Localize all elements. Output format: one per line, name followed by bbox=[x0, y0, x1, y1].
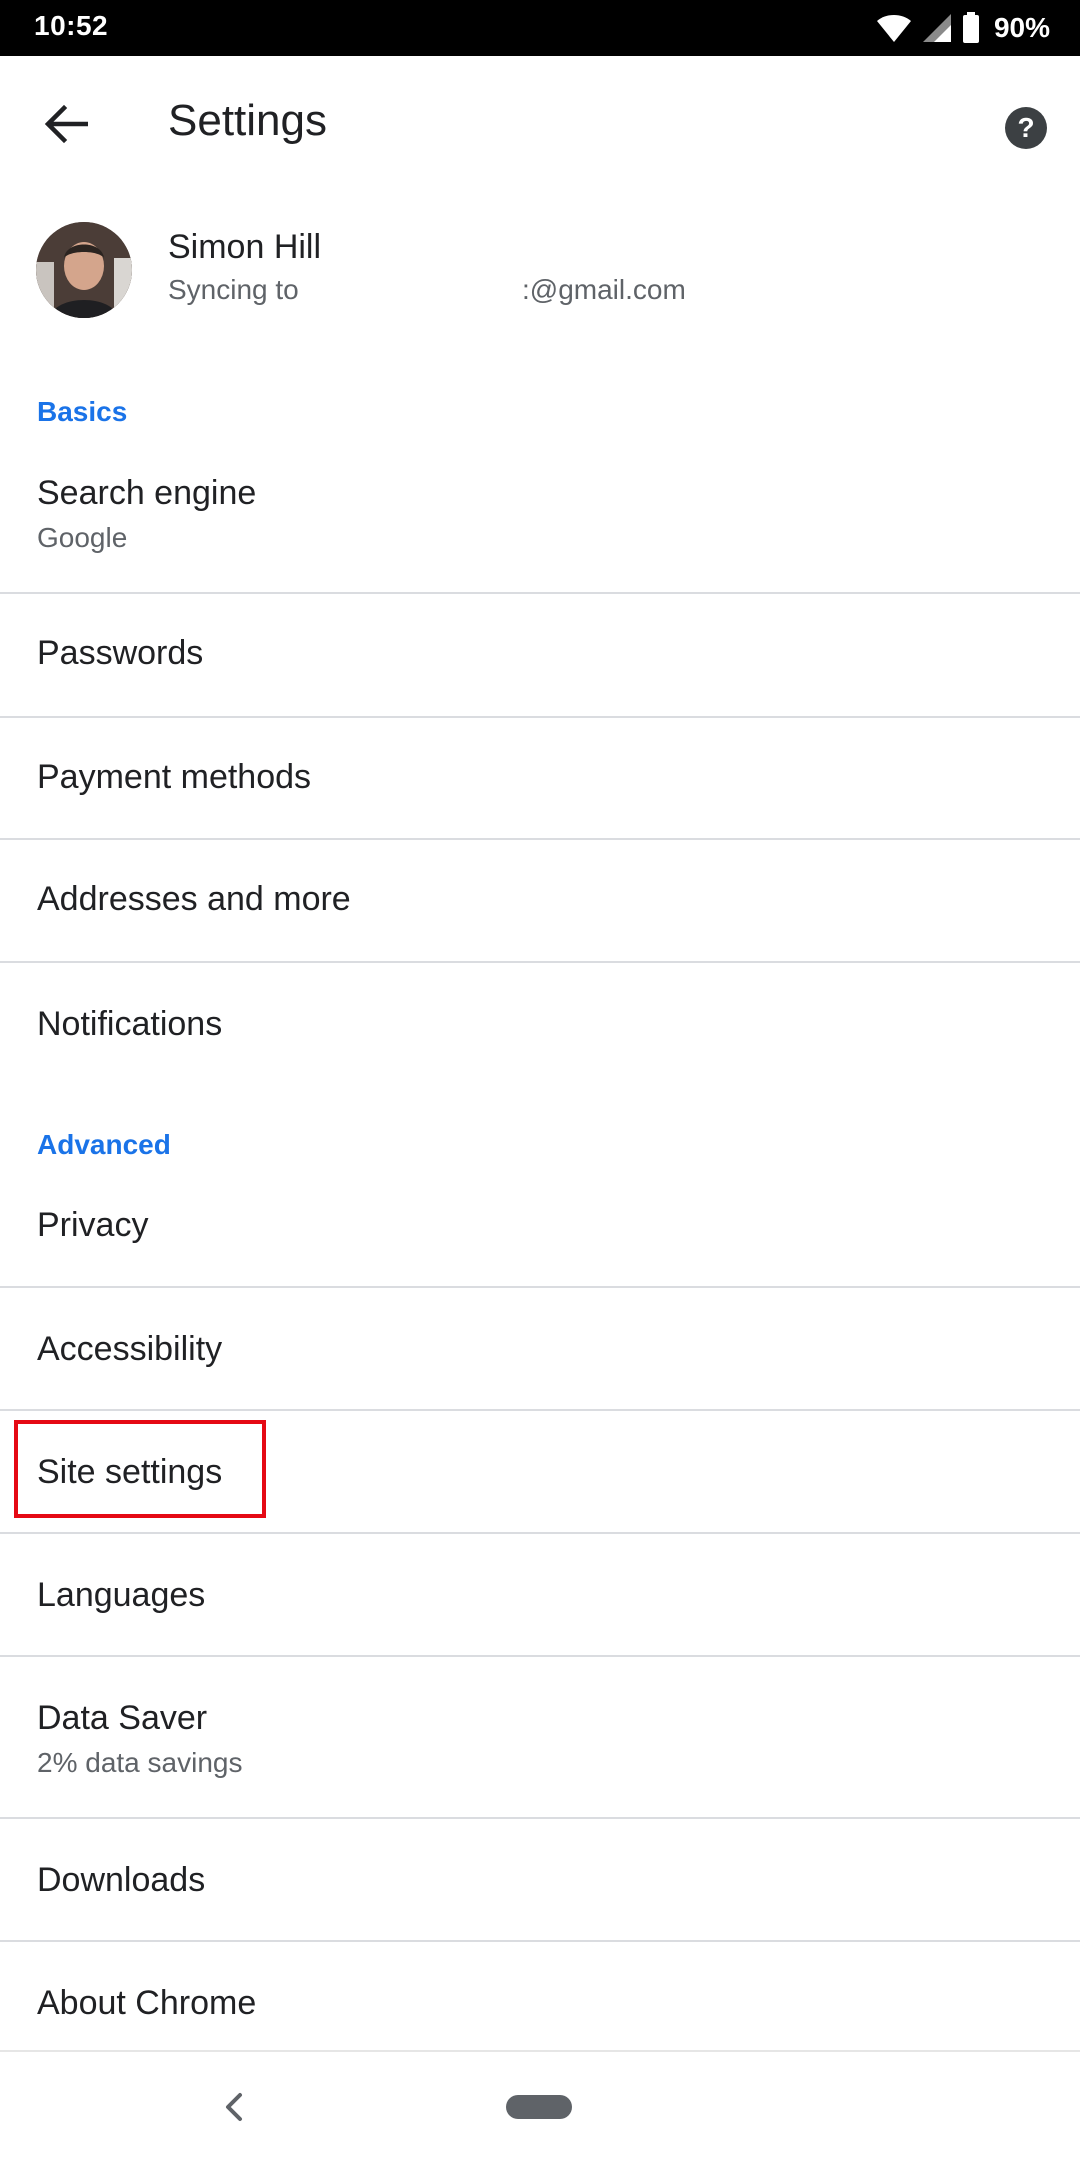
search-engine-value: Google bbox=[37, 522, 128, 553]
highlight-box bbox=[14, 1420, 266, 1518]
back-button[interactable] bbox=[26, 92, 106, 156]
battery-percent: 90% bbox=[993, 12, 1050, 43]
about-chrome-label: About Chrome bbox=[37, 1984, 257, 2022]
search-engine-label: Search engine bbox=[37, 474, 257, 512]
payment-methods-label: Payment methods bbox=[37, 758, 312, 796]
help-icon: ? bbox=[1005, 107, 1047, 149]
setting-downloads[interactable]: Downloads bbox=[0, 1819, 1080, 1941]
notifications-label: Notifications bbox=[37, 1005, 223, 1043]
sync-prefix: Syncing to bbox=[168, 274, 299, 305]
help-button[interactable]: ? bbox=[994, 96, 1058, 160]
privacy-label: Privacy bbox=[37, 1206, 149, 1244]
section-basics: Basics bbox=[37, 396, 128, 427]
status-bar: 10:52 90% bbox=[0, 0, 1080, 56]
nav-home-pill[interactable] bbox=[506, 2095, 572, 2119]
nav-back-icon bbox=[226, 2093, 242, 2121]
system-nav-bar bbox=[0, 2050, 1080, 2162]
accessibility-label: Accessibility bbox=[37, 1330, 223, 1368]
wifi-icon bbox=[876, 15, 911, 42]
data-saver-value: 2% data savings bbox=[37, 1747, 243, 1778]
data-saver-label: Data Saver bbox=[37, 1699, 208, 1737]
svg-text:?: ? bbox=[1017, 112, 1034, 143]
nav-back-button[interactable] bbox=[214, 2082, 254, 2132]
signal-icon bbox=[922, 14, 951, 42]
section-advanced: Advanced bbox=[37, 1129, 171, 1160]
email-visible: :@gmail.com bbox=[522, 274, 686, 305]
avatar bbox=[36, 222, 132, 318]
status-time: 10:52 bbox=[34, 10, 109, 41]
arrow-back-icon bbox=[44, 104, 88, 144]
setting-accessibility[interactable]: Accessibility bbox=[0, 1288, 1080, 1410]
account-row[interactable]: Simon Hill Syncing to :@gmail.com bbox=[0, 206, 1080, 356]
passwords-label: Passwords bbox=[37, 634, 204, 672]
setting-addresses[interactable]: Addresses and more bbox=[0, 840, 1080, 962]
setting-passwords[interactable]: Passwords bbox=[0, 594, 1080, 716]
setting-search-engine[interactable]: Search engine Google bbox=[0, 456, 1080, 592]
app-bar: Settings ? bbox=[0, 56, 1080, 192]
setting-data-saver[interactable]: Data Saver 2% data savings bbox=[0, 1657, 1080, 1817]
page-title: Settings bbox=[168, 96, 327, 145]
battery-icon bbox=[962, 12, 979, 43]
status-icons: 90% bbox=[876, 8, 1050, 48]
addresses-label: Addresses and more bbox=[37, 880, 351, 918]
languages-label: Languages bbox=[37, 1576, 206, 1614]
downloads-label: Downloads bbox=[37, 1861, 206, 1899]
setting-privacy[interactable]: Privacy bbox=[0, 1168, 1080, 1286]
account-name: Simon Hill bbox=[168, 228, 322, 266]
setting-languages[interactable]: Languages bbox=[0, 1534, 1080, 1656]
setting-notifications[interactable]: Notifications bbox=[0, 963, 1080, 1085]
setting-about-chrome[interactable]: About Chrome bbox=[0, 1942, 1080, 2050]
setting-payment-methods[interactable]: Payment methods bbox=[0, 718, 1080, 840]
